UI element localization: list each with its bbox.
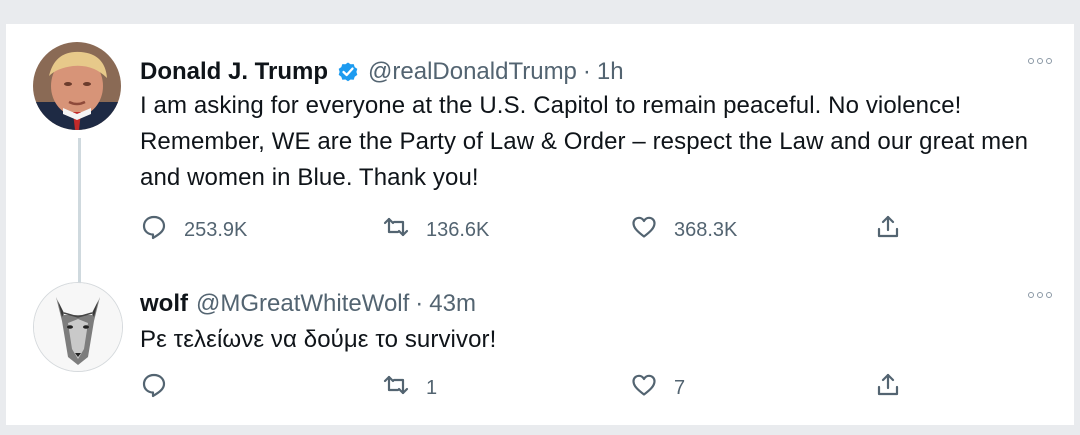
tweet-timestamp[interactable]: 1h (597, 58, 624, 86)
tweet-1-header: Donald J. Trump @realDonaldTrump · 1h (140, 54, 624, 90)
more-icon[interactable] (1028, 58, 1052, 64)
reply-button[interactable]: 253.9K (140, 210, 247, 250)
share-button[interactable] (874, 210, 902, 250)
retweet-button[interactable]: 136.6K (382, 210, 489, 250)
author-name[interactable]: wolf (140, 290, 188, 318)
tweet-timestamp[interactable]: 43m (429, 290, 476, 318)
reply-icon (140, 213, 168, 247)
retweet-icon (382, 371, 410, 405)
like-icon (630, 213, 658, 247)
separator-dot: · (582, 58, 591, 85)
author-handle[interactable]: @MGreatWhiteWolf (196, 290, 409, 318)
retweet-count: 136.6K (426, 218, 490, 241)
like-count: 368.3K (674, 218, 738, 241)
like-button[interactable]: 7 (630, 368, 685, 408)
like-count: 7 (674, 376, 686, 399)
avatar-wolf[interactable] (33, 282, 123, 372)
author-name[interactable]: Donald J. Trump (140, 58, 328, 86)
tweet-1[interactable]: Donald J. Trump @realDonaldTrump · 1h I … (6, 42, 1074, 272)
like-button[interactable]: 368.3K (630, 210, 737, 250)
tweet-2-actions: 1 7 (140, 368, 940, 408)
share-icon (874, 213, 902, 247)
tweet-1-actions: 253.9K 136.6K 368.3K (140, 210, 940, 250)
retweet-button[interactable]: 1 (382, 368, 437, 408)
tweet-2[interactable]: wolf @MGreatWhiteWolf · 43m Ρε τελείωνε … (6, 276, 1074, 421)
separator-dot: · (415, 290, 424, 317)
author-handle[interactable]: @realDonaldTrump (368, 58, 577, 86)
thread-connector-line (78, 138, 81, 286)
tweet-thread-card: Donald J. Trump @realDonaldTrump · 1h I … (6, 24, 1074, 425)
avatar-trump[interactable] (33, 42, 121, 130)
more-icon[interactable] (1028, 292, 1052, 298)
share-button[interactable] (874, 368, 902, 408)
reply-button[interactable] (140, 368, 168, 408)
like-icon (630, 371, 658, 405)
retweet-icon (382, 213, 410, 247)
share-icon (874, 371, 902, 405)
verified-badge-icon (336, 60, 360, 84)
reply-count: 253.9K (184, 218, 248, 241)
reply-icon (140, 371, 168, 405)
tweet-text: Ρε τελείωνε να δούμε το survivor! (140, 326, 497, 353)
tweet-2-header: wolf @MGreatWhiteWolf · 43m (140, 286, 476, 322)
tweet-text: I am asking for everyone at the U.S. Cap… (140, 92, 1029, 191)
retweet-count: 1 (426, 376, 438, 399)
